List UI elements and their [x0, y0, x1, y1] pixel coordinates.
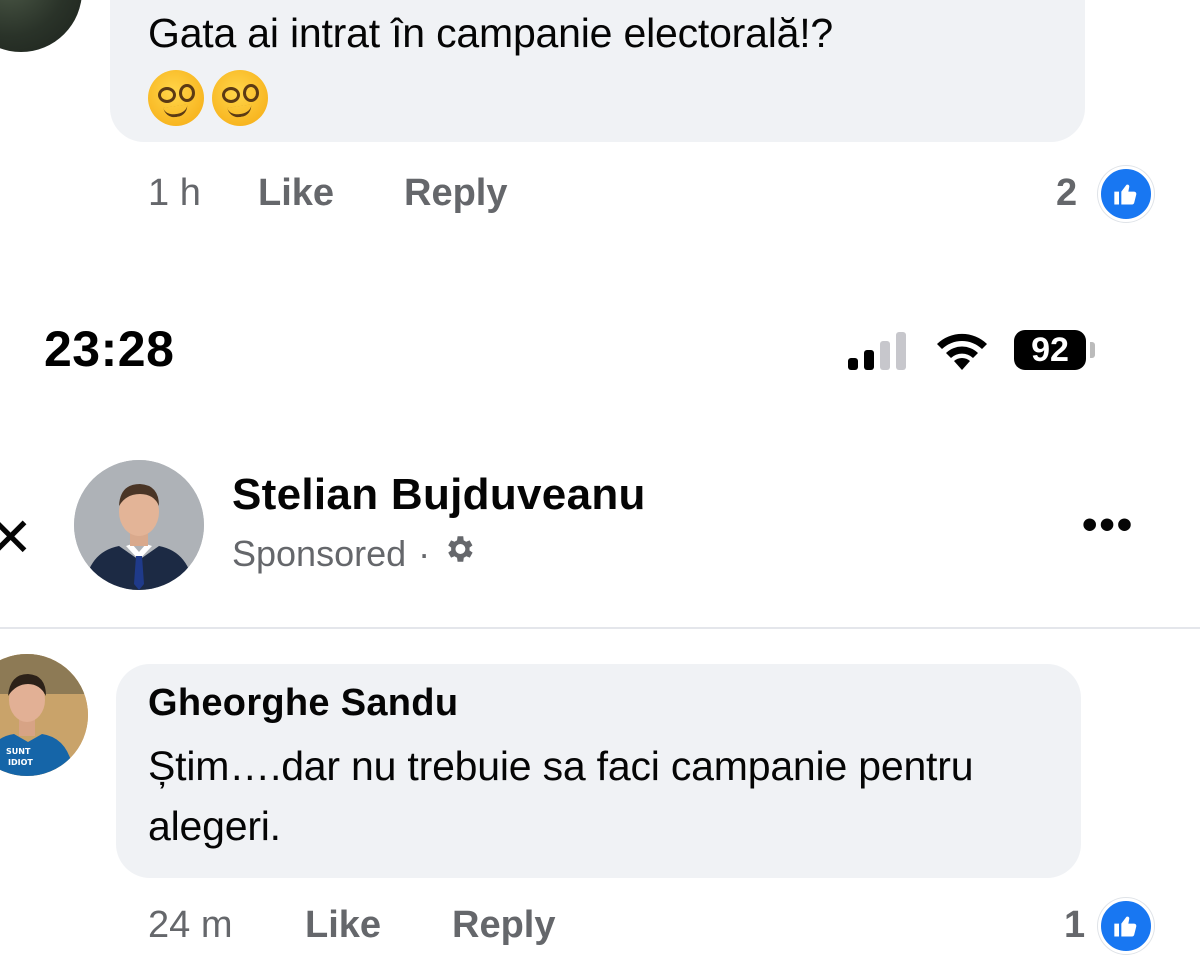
- battery-icon: 92: [1014, 330, 1086, 370]
- woozy-face-icon: [148, 70, 204, 126]
- sponsored-row: Sponsored ·: [232, 532, 476, 575]
- wifi-icon: [932, 330, 992, 377]
- reaction-count[interactable]: 1: [1064, 904, 1085, 947]
- svg-text:IDIOT: IDIOT: [8, 758, 33, 767]
- status-clock: 23:28: [44, 321, 175, 377]
- comment-timestamp: 24 m: [148, 904, 233, 946]
- comment-timestamp: 1 h: [148, 172, 201, 214]
- like-button[interactable]: Like: [305, 904, 381, 947]
- gear-icon[interactable]: [442, 532, 476, 575]
- author-avatar[interactable]: [74, 460, 204, 590]
- commenter-avatar-top[interactable]: [0, 0, 82, 52]
- sponsored-label: Sponsored: [232, 532, 407, 574]
- post-author-name[interactable]: Stelian Bujduveanu: [232, 470, 646, 520]
- separator-dot: ·: [418, 532, 431, 574]
- svg-text:SUNT: SUNT: [6, 747, 31, 756]
- cellular-signal-icon: [846, 330, 912, 377]
- emoji-row: [148, 70, 268, 126]
- divider: [0, 627, 1200, 629]
- reply-button[interactable]: Reply: [452, 904, 555, 947]
- comment-text: Știm….dar nu trebuie sa faci campanie pe…: [148, 743, 974, 849]
- like-button[interactable]: Like: [258, 172, 334, 215]
- battery-tip: [1090, 342, 1095, 358]
- comment-text-top: Gata ai intrat în campanie electorală!?: [148, 10, 834, 56]
- reaction-count[interactable]: 2: [1056, 172, 1077, 215]
- commenter-name[interactable]: Gheorghe Sandu: [148, 682, 458, 725]
- woozy-face-icon: [212, 70, 268, 126]
- reply-button[interactable]: Reply: [404, 172, 507, 215]
- commenter-avatar[interactable]: SUNT IDIOT: [0, 654, 88, 776]
- close-icon[interactable]: ✕: [0, 506, 33, 569]
- more-options-button[interactable]: •••: [1082, 500, 1134, 550]
- thumbs-up-icon[interactable]: [1098, 166, 1154, 222]
- thumbs-up-icon[interactable]: [1098, 898, 1154, 954]
